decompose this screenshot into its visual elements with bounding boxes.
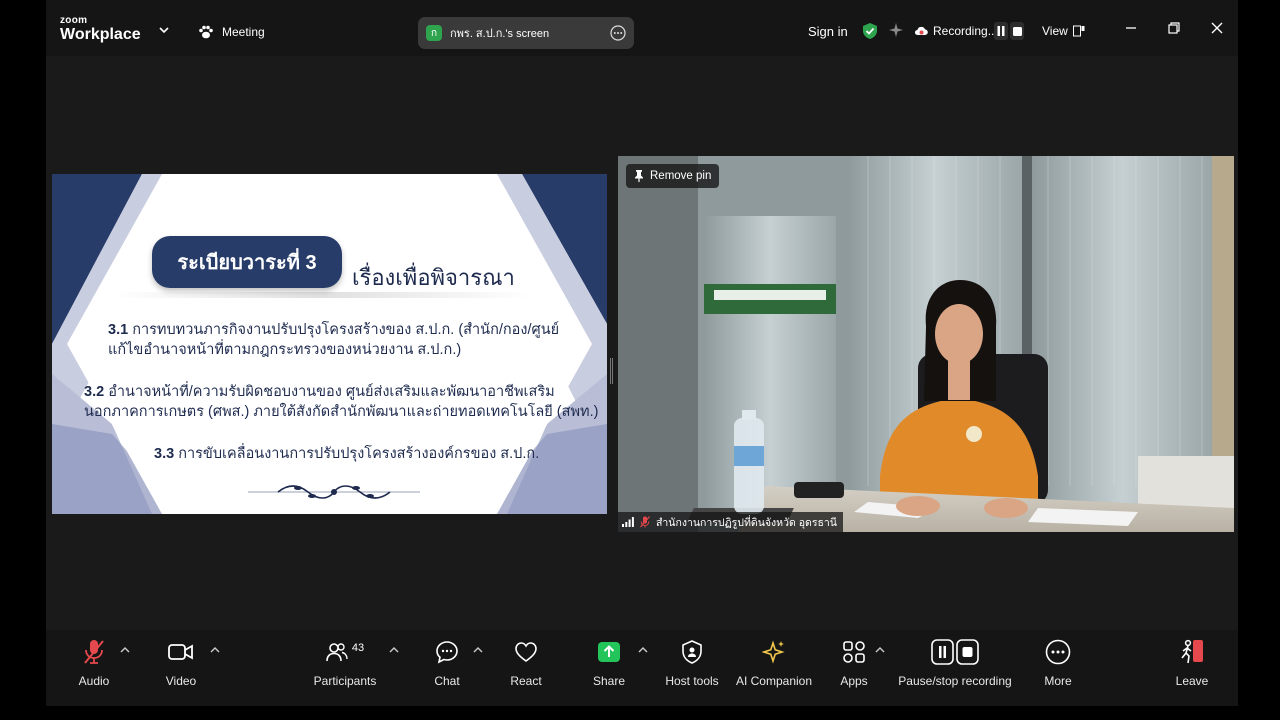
pin-icon	[635, 170, 643, 182]
video-label: Video	[165, 674, 197, 688]
video-frame	[618, 156, 1234, 532]
mic-muted-icon	[640, 516, 650, 528]
react-label: React	[510, 674, 542, 688]
sharer-avatar: ก	[426, 25, 442, 41]
video-camera-icon	[168, 644, 193, 660]
ai-sparkle-icon[interactable]	[888, 22, 904, 38]
meeting-label: Meeting	[222, 25, 265, 39]
more-label: More	[1044, 674, 1072, 688]
leave-button[interactable]: Leave	[1150, 638, 1234, 688]
share-options-caret-icon[interactable]	[638, 646, 648, 654]
participant-name-tag: สำนักงานการปฏิรูปที่ดินจังหวัด อุดรธานี	[618, 512, 843, 532]
participants-icon	[326, 643, 348, 662]
react-button[interactable]: React	[484, 638, 568, 688]
cloud-record-icon	[914, 26, 928, 36]
title-bar: zoom Workplace Meeting ก กพร. ส.ป.ก.'s s…	[46, 0, 1238, 56]
agenda-title: ระเบียบวาระที่ 3	[152, 236, 342, 288]
chat-options-caret-icon[interactable]	[473, 646, 483, 654]
apps-options-caret-icon[interactable]	[875, 646, 885, 654]
more-options-icon[interactable]	[610, 25, 626, 41]
participants-label: Participants	[313, 674, 377, 688]
minimize-icon[interactable]	[1123, 20, 1139, 36]
recording-controls	[994, 22, 1024, 40]
shared-screen[interactable]: ระเบียบวาระที่ 3 เรื่องเพื่อพิจารณา 3.1 …	[52, 174, 607, 514]
zoom-workplace-logo: zoom Workplace	[60, 15, 141, 43]
mic-muted-icon	[84, 640, 104, 664]
pause-stop-label: Pause/stop recording	[898, 674, 1012, 688]
pause-recording-button[interactable]	[994, 22, 1008, 40]
meeting-menu[interactable]: Meeting	[198, 24, 265, 40]
recording-status[interactable]: Recording...	[914, 24, 998, 38]
more-button[interactable]: More	[1016, 638, 1100, 688]
participants-options-caret-icon[interactable]	[389, 646, 399, 654]
sign-in-link[interactable]: Sign in	[808, 24, 848, 39]
participants-button[interactable]: 43 Participants	[303, 638, 387, 688]
leave-label: Leave	[1175, 674, 1209, 688]
audio-options-caret-icon[interactable]	[120, 646, 130, 654]
agenda-subtitle: เรื่องเพื่อพิจารณา	[352, 265, 515, 290]
zoom-window: zoom Workplace Meeting ก กพร. ส.ป.ก.'s s…	[0, 0, 1280, 720]
signal-strength-icon	[622, 517, 634, 527]
host-tools-button[interactable]: Host tools	[650, 638, 734, 688]
more-options-icon	[1045, 639, 1071, 665]
layout-icon	[1072, 25, 1085, 37]
participant-name: สำนักงานการปฏิรูปที่ดินจังหวัด อุดรธานี	[656, 516, 837, 529]
view-menu[interactable]: View	[1042, 24, 1085, 38]
restore-icon[interactable]	[1166, 20, 1182, 36]
stop-icon	[1012, 26, 1022, 36]
pause-icon	[997, 26, 1005, 36]
audio-label: Audio	[78, 674, 110, 688]
host-tools-label: Host tools	[665, 674, 719, 688]
recording-label: Recording...	[933, 24, 998, 38]
close-icon[interactable]	[1209, 20, 1225, 36]
remove-pin-button[interactable]: Remove pin	[626, 164, 720, 188]
participant-video[interactable]: Remove pin สำนักงานการปฏิรูปที่ดินจังหวั…	[618, 156, 1234, 532]
share-screen-icon	[598, 642, 620, 662]
ai-companion-button[interactable]: AI Companion	[732, 638, 816, 688]
splitter-handle[interactable]	[610, 358, 613, 384]
apps-label: Apps	[840, 674, 868, 688]
meeting-stage: ระเบียบวาระที่ 3 เรื่องเพื่อพิจารณา 3.1 …	[46, 56, 1238, 630]
share-label: Share	[592, 674, 626, 688]
paw-icon	[199, 25, 213, 39]
remove-pin-label: Remove pin	[650, 170, 712, 182]
agenda-item: 3.1 การทบทวนภารกิจงานปรับปรุงโครงสร้างขอ…	[108, 322, 560, 358]
view-label: View	[1042, 24, 1068, 38]
screen-share-indicator[interactable]: ก กพร. ส.ป.ก.'s screen	[418, 17, 634, 49]
ai-sparkle-icon	[762, 640, 785, 664]
chat-bubble-icon	[436, 641, 458, 664]
agenda-item: 3.2 อำนาจหน้าที่/ความรับผิดชอบงานของ ศูน…	[84, 384, 599, 420]
video-options-caret-icon[interactable]	[210, 646, 220, 654]
chevron-down-icon[interactable]	[158, 24, 170, 36]
floral-ornament	[248, 485, 420, 499]
pause-stop-recording-button[interactable]: Pause/stop recording	[892, 638, 1018, 688]
host-shield-icon	[682, 640, 702, 664]
apps-grid-icon	[843, 641, 865, 663]
participants-count: 43	[351, 642, 365, 654]
heart-icon	[515, 642, 537, 662]
agenda-item: 3.3 การขับเคลื่อนงานการปรับปรุงโครงสร้าง…	[154, 446, 540, 462]
ai-companion-label: AI Companion	[735, 674, 813, 688]
leave-door-icon	[1181, 639, 1203, 664]
chat-label: Chat	[434, 674, 460, 688]
divider	[112, 292, 532, 298]
share-label: กพร. ส.ป.ก.'s screen	[450, 28, 550, 40]
pause-stop-icon	[931, 639, 979, 665]
meeting-controls: Audio Video 43 Participants Chat React S…	[46, 630, 1238, 706]
security-shield-icon[interactable]	[862, 22, 878, 40]
stop-recording-button[interactable]	[1010, 22, 1024, 40]
